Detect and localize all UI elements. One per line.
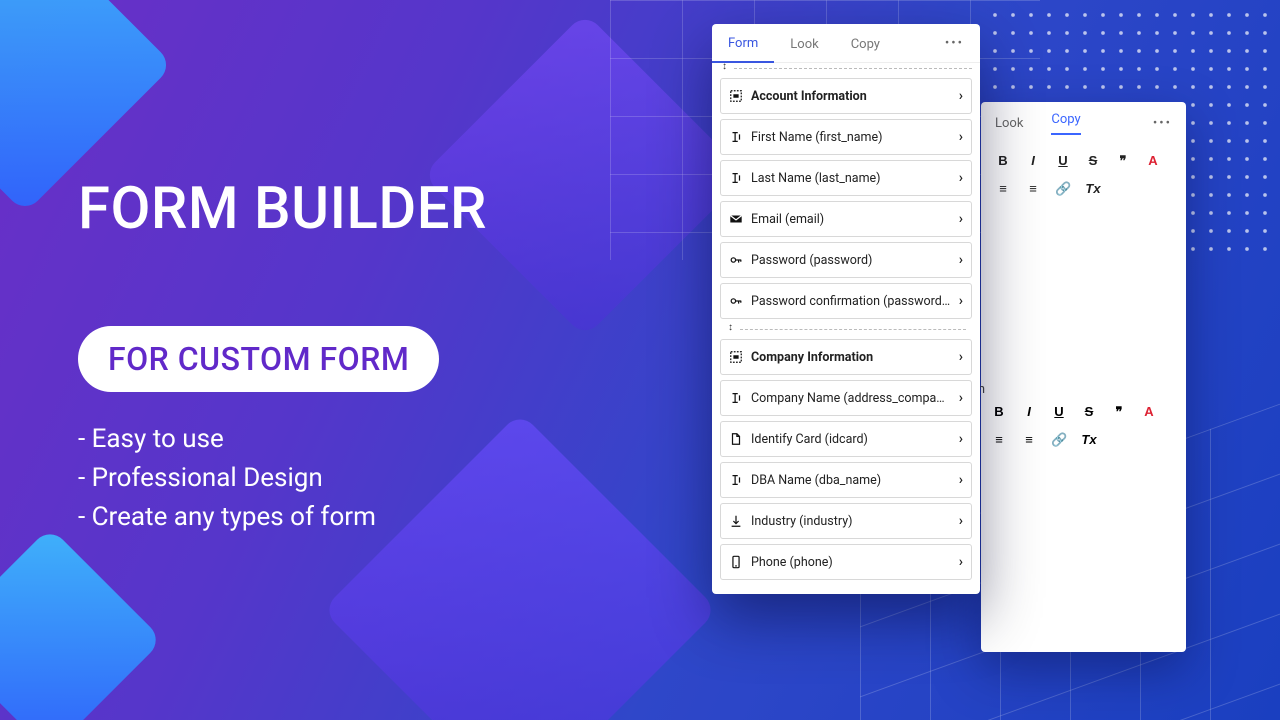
list-icon[interactable]: ≡ xyxy=(1025,181,1041,197)
feature-bullets: - Easy to use - Professional Design - Cr… xyxy=(78,420,376,537)
bold-icon[interactable]: B xyxy=(995,153,1011,169)
field-row[interactable]: Identify Card (idcard) › xyxy=(720,421,972,457)
chevron-right-icon: › xyxy=(959,211,963,227)
field-row[interactable]: Phone (phone) › xyxy=(720,544,972,580)
italic-icon[interactable]: I xyxy=(1021,404,1037,420)
chevron-right-icon: › xyxy=(959,252,963,268)
insert-handle[interactable] xyxy=(718,324,974,334)
text-color-icon[interactable]: A xyxy=(1141,404,1157,420)
password-icon xyxy=(729,294,743,308)
quote-icon[interactable]: ❞ xyxy=(1115,153,1131,169)
password-icon xyxy=(729,253,743,267)
field-label: Industry (industry) xyxy=(751,514,951,529)
field-row[interactable]: First Name (first_name) › xyxy=(720,119,972,155)
bg-chevron xyxy=(322,412,718,720)
chevron-right-icon: › xyxy=(959,170,963,186)
field-label: Company Information xyxy=(751,350,951,365)
tabs-more-icon[interactable]: ••• xyxy=(1153,116,1172,131)
field-label: Identify Card (idcard) xyxy=(751,432,951,447)
field-row[interactable]: Email (email) › xyxy=(720,201,972,237)
field-row[interactable]: Password confirmation (password_confirma… xyxy=(720,283,972,319)
bullet-item: - Easy to use xyxy=(78,420,376,459)
select-icon xyxy=(729,514,743,528)
field-label: DBA Name (dba_name) xyxy=(751,473,951,488)
italic-icon[interactable]: I xyxy=(1025,153,1041,169)
list-icon[interactable]: ≡ xyxy=(1021,432,1037,448)
field-label: Last Name (last_name) xyxy=(751,171,951,186)
field-label: Company Name (address_company) xyxy=(751,391,951,406)
field-label: Password (password) xyxy=(751,253,951,268)
bold-icon[interactable]: B xyxy=(991,404,1007,420)
section-icon xyxy=(729,89,743,103)
bg-chevron xyxy=(0,527,163,720)
text-icon xyxy=(729,130,743,144)
tabs-more-icon[interactable]: ••• xyxy=(935,26,974,61)
text-toolbar: B I U S ❞ A ≡ ≡ 🔗 Tx xyxy=(991,404,1186,448)
field-row[interactable]: Industry (industry) › xyxy=(720,503,972,539)
field-list: Account Information›First Name (first_na… xyxy=(712,78,980,591)
link-icon[interactable]: 🔗 xyxy=(1051,432,1067,448)
strike-icon[interactable]: S xyxy=(1085,153,1101,169)
tab-look[interactable]: Look xyxy=(774,25,834,62)
page-subtitle-pill: FOR CUSTOM FORM xyxy=(78,326,439,392)
text-toolbar: B I U S ❞ A ≡ ≡ 🔗 Tx xyxy=(981,141,1186,209)
text-icon xyxy=(729,473,743,487)
section-header-row[interactable]: Account Information › xyxy=(720,78,972,114)
chevron-right-icon: › xyxy=(959,88,963,104)
field-label: Password confirmation (password_confirma… xyxy=(751,294,951,309)
quote-icon[interactable]: ❞ xyxy=(1111,404,1127,420)
chevron-right-icon: › xyxy=(959,293,963,309)
field-row[interactable]: Password (password) › xyxy=(720,242,972,278)
field-label: Phone (phone) xyxy=(751,555,951,570)
section-header-row[interactable]: Company Information › xyxy=(720,339,972,375)
chevron-right-icon: › xyxy=(959,513,963,529)
chevron-right-icon: › xyxy=(959,431,963,447)
chevron-right-icon: › xyxy=(959,554,963,570)
link-icon[interactable]: 🔗 xyxy=(1055,181,1071,197)
field-row[interactable]: Company Name (address_company) › xyxy=(720,380,972,416)
file-icon xyxy=(729,432,743,446)
bullet-item: - Professional Design xyxy=(78,459,376,498)
tab-form[interactable]: Form xyxy=(712,24,774,63)
field-label: Email (email) xyxy=(751,212,951,227)
editor-panel-secondary: Look Copy ••• B I U S ❞ A ≡ ≡ 🔗 Tx tion … xyxy=(981,102,1186,652)
email-icon xyxy=(729,212,743,226)
underline-icon[interactable]: U xyxy=(1051,404,1067,420)
insert-handle[interactable] xyxy=(712,63,980,73)
align-icon[interactable]: ≡ xyxy=(991,432,1007,448)
chevron-right-icon: › xyxy=(959,349,963,365)
phone-icon xyxy=(729,555,743,569)
strike-icon[interactable]: S xyxy=(1081,404,1097,420)
chevron-right-icon: › xyxy=(959,129,963,145)
page-title: FORM BUILDER xyxy=(78,175,487,243)
clear-format-icon[interactable]: Tx xyxy=(1085,181,1101,197)
section-icon xyxy=(729,350,743,364)
field-row[interactable]: DBA Name (dba_name) › xyxy=(720,462,972,498)
field-row[interactable]: Last Name (last_name) › xyxy=(720,160,972,196)
tab-look[interactable]: Look xyxy=(995,116,1023,131)
align-icon[interactable]: ≡ xyxy=(995,181,1011,197)
bullet-item: - Create any types of form xyxy=(78,498,376,537)
tab-copy[interactable]: Copy xyxy=(1051,112,1080,135)
field-label: Account Information xyxy=(751,89,951,104)
text-icon xyxy=(729,391,743,405)
clear-format-icon[interactable]: Tx xyxy=(1081,432,1097,448)
chevron-right-icon: › xyxy=(959,472,963,488)
underline-icon[interactable]: U xyxy=(1055,153,1071,169)
form-builder-panel: Form Look Copy ••• Account Information›F… xyxy=(712,24,980,594)
chevron-right-icon: › xyxy=(959,390,963,406)
field-label: First Name (first_name) xyxy=(751,130,951,145)
tab-copy[interactable]: Copy xyxy=(835,25,896,62)
text-color-icon[interactable]: A xyxy=(1145,153,1161,169)
text-icon xyxy=(729,171,743,185)
